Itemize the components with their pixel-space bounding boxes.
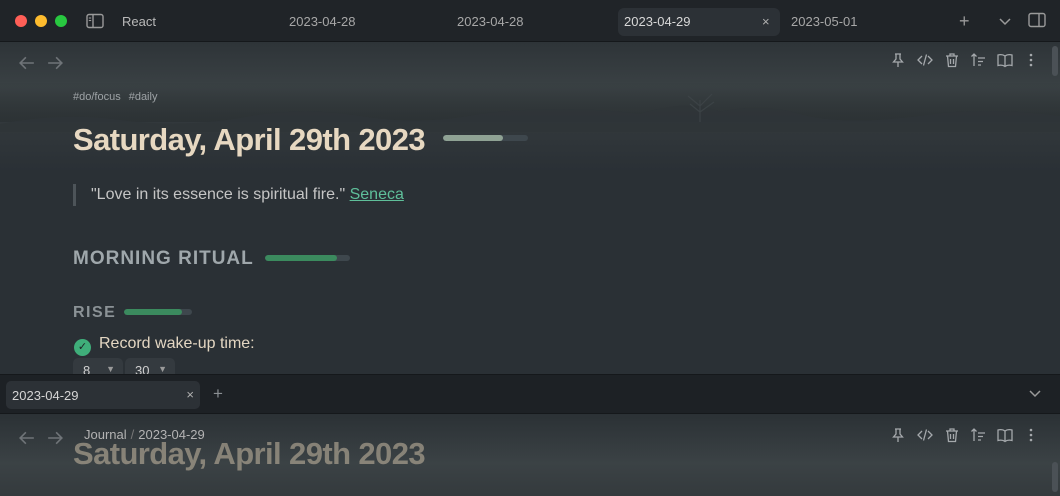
scrollbar[interactable] [1052,462,1058,492]
rise-progress-bar [124,309,192,315]
tab-2023-04-28-b[interactable]: 2023-04-28 [451,8,524,36]
tab-label: 2023-04-29 [624,14,691,29]
tab-label: 2023-05-01 [791,14,858,29]
breadcrumb-leaf[interactable]: 2023-04-29 [138,427,205,442]
tab-label: 2023-04-29 [12,388,79,403]
more-icon[interactable] [1023,52,1039,68]
scrollbar[interactable] [1052,46,1058,76]
code-icon[interactable] [917,52,933,68]
back-arrow-icon[interactable] [19,430,35,446]
trash-icon[interactable] [944,427,960,443]
sort-icon[interactable] [970,52,986,68]
page-title: Saturday, April 29th 2023 [73,122,426,157]
vault-name[interactable]: React [122,14,156,29]
pin-icon[interactable] [890,52,906,68]
book-icon[interactable] [997,427,1013,443]
quote-author-link[interactable]: Seneca [350,186,404,203]
progress-fill [443,135,503,141]
tab-2023-04-29-bottom[interactable]: 2023-04-29 × [6,381,200,409]
breadcrumb: Journal/2023-04-29 [84,427,205,442]
tab-2023-04-29-active[interactable]: 2023-04-29 × [618,8,780,36]
back-arrow-icon[interactable] [19,55,35,71]
minute-value: 30 [135,363,150,374]
plus-icon[interactable]: + [213,384,223,404]
tag[interactable]: #do/focus [73,91,121,103]
sidebar-toggle-icon[interactable] [86,13,104,29]
title-bar: React 2023-04-28 2023-04-28 2023-04-29 ×… [0,0,1060,42]
chevron-down-icon[interactable] [1028,386,1042,400]
code-icon[interactable] [917,427,933,443]
close-icon[interactable]: × [186,387,194,402]
progress-fill [124,309,182,315]
minimize-window-button[interactable] [35,15,47,27]
chevron-down-icon[interactable] [998,16,1012,26]
zoom-window-button[interactable] [55,15,67,27]
check-icon[interactable]: ✓ [74,339,91,356]
close-window-button[interactable] [15,15,27,27]
forward-arrow-icon[interactable] [47,430,63,446]
editor-pane-top: #do/focus #daily Saturday, April 29th 202… [0,42,1060,374]
hour-select[interactable]: 8 ▼ [73,358,123,374]
tab-label: 2023-04-28 [289,14,356,29]
tab-2023-04-28-a[interactable]: 2023-04-28 [283,8,356,36]
pin-icon[interactable] [890,427,906,443]
task-label: Record wake-up time: [99,335,255,352]
minute-select[interactable]: 30 ▼ [125,358,175,374]
more-icon[interactable] [1023,427,1039,443]
right-sidebar-icon[interactable] [1028,12,1046,28]
breadcrumb-separator: / [130,427,135,442]
trash-icon[interactable] [944,52,960,68]
tab-2023-05-01[interactable]: 2023-05-01 [785,8,858,36]
blockquote: "Love in its essence is spiritual fire."… [73,184,404,206]
split-tab-bar: 2023-04-29 × + [0,374,1060,414]
book-icon[interactable] [997,52,1013,68]
section-heading-morning-ritual: MORNING RITUAL [73,248,254,269]
morning-progress-bar [265,255,350,261]
caret-down-icon: ▼ [158,364,167,374]
tab-label: 2023-04-28 [457,14,524,29]
tag-list: #do/focus #daily [73,91,165,103]
progress-fill [265,255,338,261]
forward-arrow-icon[interactable] [47,55,63,71]
caret-down-icon: ▼ [106,364,115,374]
plus-icon[interactable]: + [959,11,970,32]
task-item: ✓ Record wake-up time: [74,335,255,356]
tag[interactable]: #daily [129,91,158,103]
hour-value: 8 [83,363,91,374]
view-header [0,42,1060,82]
section-heading-rise: RISE [73,304,117,321]
sort-icon[interactable] [970,427,986,443]
title-progress-bar [443,135,528,141]
close-icon[interactable]: × [762,8,776,36]
breadcrumb-root[interactable]: Journal [84,427,127,442]
quote-text: "Love in its essence is spiritual fire." [91,186,346,203]
editor-pane-bottom: Saturday, April 29th 2023 Journal/2023-0… [0,414,1060,496]
